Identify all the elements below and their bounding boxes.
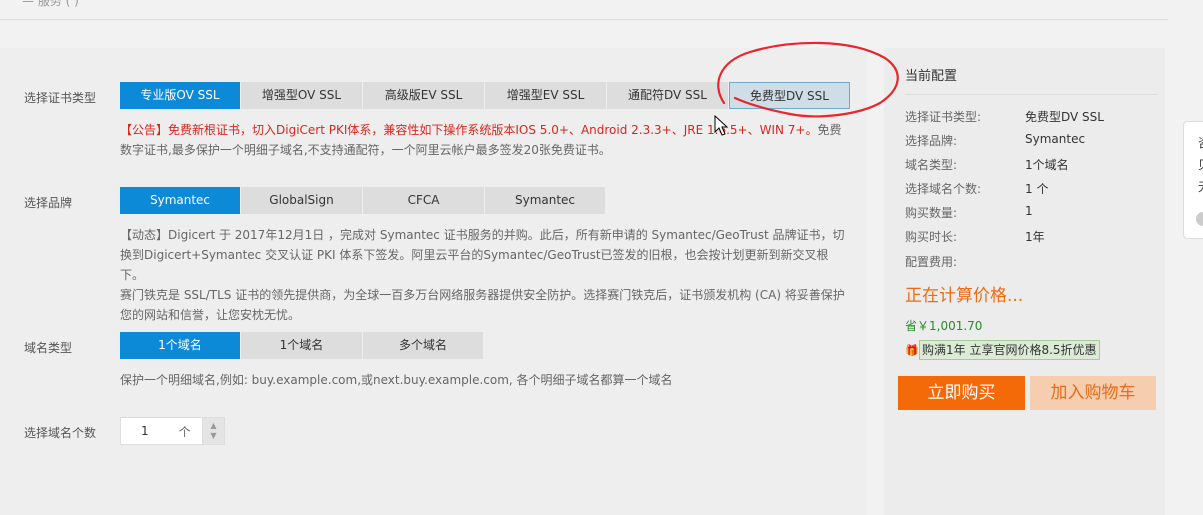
summary-key: 选择品牌:	[905, 134, 958, 148]
summary-value: 免费型DV SSL	[1025, 110, 1104, 124]
summary-value: 1个域名	[1025, 158, 1069, 172]
summary-row: 选择证书类型: 免费型DV SSL	[905, 108, 1104, 125]
brand-option-cfca[interactable]: CFCA	[363, 187, 485, 214]
mouse-pointer-icon	[714, 115, 729, 136]
cert-type-label: 选择证书类型	[24, 91, 97, 105]
cert-type-option-free-dv[interactable]: 免费型DV SSL	[729, 82, 850, 109]
buy-now-button[interactable]: 立即购买	[898, 376, 1025, 410]
domain-type-option-single[interactable]: 1个域名	[120, 332, 241, 359]
domain-count-input[interactable]: 1 个	[120, 417, 203, 445]
summary-value: 1年	[1025, 230, 1045, 244]
summary-row: 选择品牌: Symantec	[905, 132, 1085, 149]
brand-option-globalsign[interactable]: GlobalSign	[241, 187, 363, 214]
summary-row: 购买数量: 1	[905, 204, 1033, 221]
summary-row: 配置费用:	[905, 253, 1025, 270]
domain-count-stepper: 1 个 ▲ ▼	[120, 417, 225, 445]
summary-value: Symantec	[1025, 132, 1086, 146]
cert-type-option-wildcard-dv[interactable]: 通配符DV SSL	[607, 82, 729, 109]
domain-count-value: 1	[141, 424, 149, 438]
brand-desc-line1: 【动态】Digicert 于 2017年12月1日 ，完成对 Symantec …	[120, 228, 845, 282]
up-down-arrows-icon[interactable]: ▲ ▼	[203, 417, 225, 445]
brand-label: 选择品牌	[24, 196, 73, 210]
float-panel-char-1: 咨	[1198, 134, 1203, 151]
domain-type-label: 域名类型	[24, 341, 73, 355]
domain-type-description: 保护一个明细域名,例如: buy.example.com,或next.buy.e…	[120, 373, 673, 387]
domain-type-options: 1个域名 1个域名 多个域名	[120, 332, 484, 359]
domain-count-unit: 个	[178, 424, 191, 439]
cert-type-option-enhanced-ev[interactable]: 增强型EV SSL	[485, 82, 607, 109]
domain-count-label: 选择域名个数	[24, 426, 97, 440]
domain-type-option-multiple[interactable]: 多个域名	[363, 332, 484, 359]
summary-key: 选择域名个数:	[905, 182, 982, 196]
brand-desc-line2: 赛门铁克是 SSL/TLS 证书的领先提供商，为全球一百多万台网络服务器提供安全…	[120, 288, 845, 322]
gift-icon: 🎁	[905, 344, 919, 357]
summary-value: 1 个	[1025, 182, 1049, 196]
cert-type-options: 专业版OV SSL 增强型OV SSL 高级版EV SSL 增强型EV SSL …	[120, 82, 850, 109]
promo-text: 购满1年 立享官网价格8.5折优惠	[919, 340, 1100, 360]
price-status: 正在计算价格...	[905, 286, 1024, 306]
brand-option-symantec-2[interactable]: Symantec	[485, 187, 606, 214]
float-panel-char-3: 无	[1198, 178, 1203, 195]
summary-value: 1	[1025, 204, 1033, 218]
caret-down-icon[interactable]: ▼	[210, 431, 216, 441]
brand-options: Symantec GlobalSign CFCA Symantec	[120, 187, 606, 214]
cert-type-option-enhanced-ov[interactable]: 增强型OV SSL	[241, 82, 363, 109]
summary-row: 购买时长: 1年	[905, 228, 1045, 245]
summary-key: 购买数量:	[905, 206, 958, 220]
header-divider	[0, 19, 1168, 20]
summary-row: 域名类型: 1个域名	[905, 156, 1069, 173]
cert-type-notice: 【公告】免费新根证书，切入DigiCert PKI体系，兼容性如下操作系统版本I…	[120, 120, 850, 160]
float-panel-char-2: 贝	[1198, 156, 1203, 173]
summary-title: 当前配置	[905, 69, 958, 84]
summary-divider	[905, 94, 1158, 95]
cert-type-option-pro-ov[interactable]: 专业版OV SSL	[120, 82, 241, 109]
brand-option-symantec[interactable]: Symantec	[120, 187, 241, 214]
promo-banner: 🎁 购满1年 立享官网价格8.5折优惠	[905, 340, 1100, 360]
summary-row: 选择域名个数: 1 个	[905, 180, 1048, 197]
add-to-cart-button[interactable]: 加入购物车	[1030, 376, 1156, 410]
caret-up-icon[interactable]: ▲	[210, 421, 216, 431]
breadcrumb-fragment: — 服务 ( )	[22, 0, 79, 8]
savings-text: 省￥1,001.70	[905, 319, 983, 333]
summary-key: 域名类型:	[905, 158, 958, 172]
summary-key: 配置费用:	[905, 255, 958, 269]
summary-key: 购买时长:	[905, 230, 958, 244]
summary-key: 选择证书类型:	[905, 110, 982, 124]
brand-description: 【动态】Digicert 于 2017年12月1日 ，完成对 Symantec …	[120, 225, 850, 325]
domain-type-option-single-2[interactable]: 1个域名	[241, 332, 363, 359]
cert-type-option-advanced-ev[interactable]: 高级版EV SSL	[363, 82, 485, 109]
cert-notice-red: 【公告】免费新根证书，切入DigiCert PKI体系，兼容性如下操作系统版本I…	[120, 123, 818, 137]
floating-consult-panel[interactable]: 咨 贝 无	[1183, 121, 1203, 239]
float-panel-toggle[interactable]	[1196, 212, 1203, 226]
